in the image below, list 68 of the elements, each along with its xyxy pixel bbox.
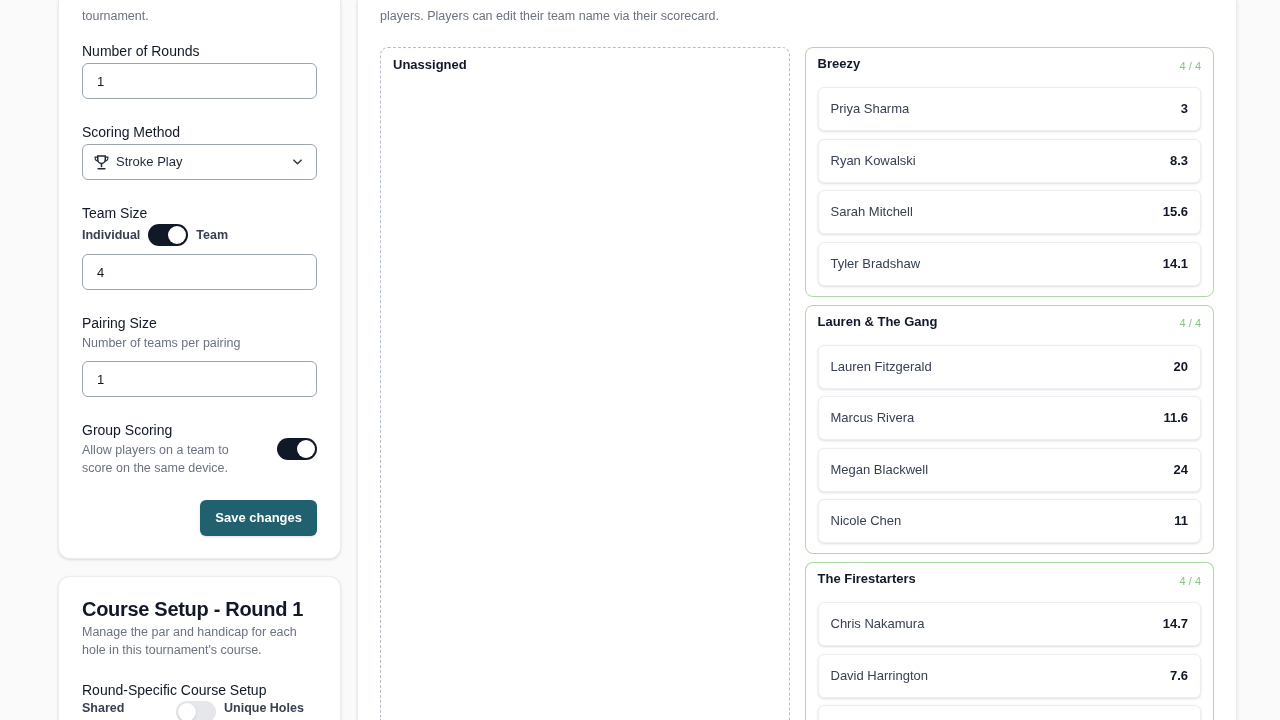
player-card[interactable]: Nicole Chen 11 (817, 499, 1201, 543)
player-name: Megan Blackwell (830, 460, 929, 479)
player-name: Chris Nakamura (830, 615, 925, 634)
player-card[interactable]: David Harrington 7.6 (817, 653, 1201, 698)
field-label: Number of Rounds (82, 42, 201, 61)
player-card[interactable]: Lauren Fitzgerald 20 (817, 344, 1201, 389)
chevron-down-icon (293, 159, 302, 165)
player-card[interactable]: Megan Blackwell 24 (817, 447, 1201, 492)
player-value: 14.1 (1162, 254, 1188, 273)
unassigned-dropzone[interactable]: Unassigned (380, 47, 790, 720)
number-field[interactable]: 1 (82, 63, 317, 99)
number-field[interactable]: 1 (82, 361, 317, 397)
player-value: 7.6 (1169, 666, 1188, 685)
team-count: 4 / 4 (1179, 316, 1201, 331)
field-label: Team Size (82, 204, 149, 223)
player-value: 3 (1180, 100, 1188, 119)
card-description: tournament. (82, 8, 150, 25)
player-name: David Harrington (830, 666, 929, 685)
team-name: Lauren & The Gang (817, 313, 938, 330)
player-value: 24 (1173, 460, 1188, 479)
toggle-switch[interactable] (176, 701, 216, 720)
field-label: Pairing Size (82, 314, 158, 333)
field-label: Scoring Method (82, 123, 182, 142)
toggle-label: Shared (82, 701, 126, 716)
number-field[interactable]: 4 (82, 254, 317, 290)
select-value: Stroke Play (116, 153, 183, 172)
player-value: 20 (1173, 357, 1188, 376)
player-name: Ryan Kowalski (830, 151, 916, 170)
toggle-label: Team (196, 226, 229, 244)
team-card[interactable]: Lauren & The Gang 4 / 4 Lauren Fitzgerald 20 Marcus Rivera 11.6 Megan Blackwell 24 Nicole Chen 11 (804, 304, 1214, 554)
panel-description: players. Players can edit their team name via their scorecard. (380, 8, 721, 25)
team-card[interactable]: Breezy 4 / 4 Priya Sharma 3 Ryan Kowalski 8.3 Sarah Mitchell 15.6 Tyler Bradshaw 14.1 (804, 47, 1214, 297)
save-button[interactable]: Save changes (200, 500, 317, 536)
player-value: 15.6 (1162, 203, 1188, 222)
field-label: Group Scoring (82, 421, 174, 440)
player-value: 14.7 (1162, 615, 1188, 634)
player-card[interactable]: Priya Sharma 3 (817, 87, 1201, 131)
team-name: Breezy (817, 56, 861, 72)
player-value: 8.3 (1169, 151, 1188, 170)
player-value: 11.6 (1163, 409, 1188, 428)
dropzone-title: Unassigned (393, 57, 468, 73)
card-title: Course Setup - Round 1 (82, 597, 305, 621)
player-value: 11 (1174, 512, 1188, 531)
player-card[interactable]: Marcus Rivera 11.6 (817, 396, 1201, 440)
player-name: Tyler Bradshaw (830, 254, 921, 273)
team-card[interactable]: The Firestarters 4 / 4 Chris Nakamura 14.7 David Harrington 7.6 (804, 562, 1214, 720)
player-card[interactable]: Sarah Mitchell 15.6 (817, 190, 1201, 234)
player-name: Lauren Fitzgerald (830, 357, 932, 376)
team-name: The Firestarters (817, 571, 916, 587)
field-label: Round-Specific Course Setup (82, 681, 268, 700)
player-card[interactable]: Ryan Kowalski 8.3 (817, 138, 1201, 183)
team-count: 4 / 4 (1179, 573, 1201, 589)
select-field[interactable]: Stroke Play (82, 144, 317, 180)
player-name: Priya Sharma (830, 100, 910, 119)
player-card[interactable]: Tyler Bradshaw 14.1 (817, 241, 1201, 286)
field-hint: Allow players on a team to score on the same device. (82, 442, 230, 477)
player-card[interactable]: Chris Nakamura 14.7 (817, 602, 1201, 646)
toggle-label: Unique Holes (224, 701, 304, 716)
field-hint: Number of teams per pairing (82, 335, 242, 352)
player-name: Sarah Mitchell (830, 203, 913, 222)
toggle-label: Individual (82, 226, 141, 244)
player-name: Marcus Rivera (830, 409, 915, 428)
card-description: Manage the par and handicap for each hole in this tournament's course. (82, 624, 298, 659)
toggle-switch[interactable] (277, 437, 317, 460)
trophy-icon (94, 154, 109, 170)
player-name: Nicole Chen (830, 512, 902, 531)
team-count: 4 / 4 (1179, 58, 1201, 74)
toggle-switch[interactable] (148, 224, 189, 246)
